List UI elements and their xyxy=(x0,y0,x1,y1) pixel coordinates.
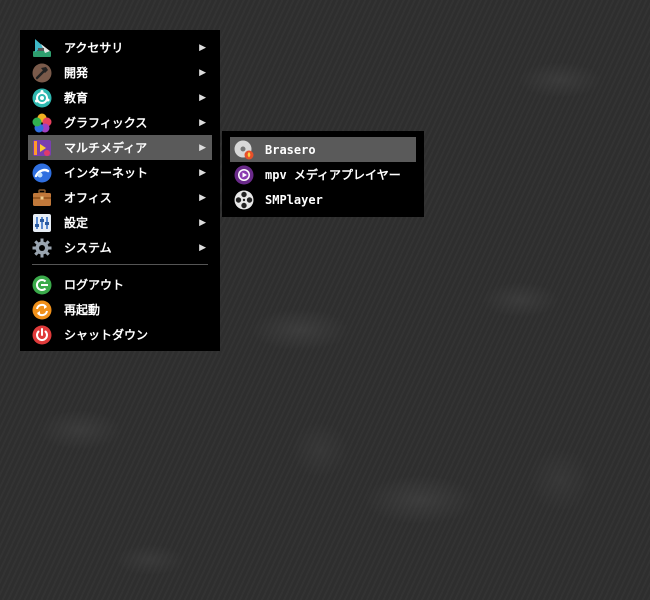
submenu-arrow-icon: ▶ xyxy=(199,67,206,78)
menu-item-label: 設定 xyxy=(64,216,89,230)
menu-item-internet[interactable]: インターネット ▶ xyxy=(28,160,212,185)
submenu-arrow-icon: ▶ xyxy=(199,142,206,153)
menu-item-label: 再起動 xyxy=(64,303,101,317)
menu-item-accessories[interactable]: アクセサリ ▶ xyxy=(28,35,212,60)
submenu-arrow-icon: ▶ xyxy=(199,167,206,178)
menu-item-office[interactable]: オフィス ▶ xyxy=(28,185,212,210)
menu-item-shutdown[interactable]: シャットダウン xyxy=(28,322,212,347)
menu-item-label: オフィス xyxy=(64,191,112,205)
disc-burner-icon xyxy=(234,140,254,160)
multimedia-submenu: Brasero mpv メディアプレイヤー SMPlayer xyxy=(222,131,424,217)
menu-item-restart[interactable]: 再起動 xyxy=(28,297,212,322)
film-reel-icon xyxy=(234,190,254,210)
submenu-arrow-icon: ▶ xyxy=(199,242,206,253)
submenu-arrow-icon: ▶ xyxy=(199,117,206,128)
submenu-item-label: mpv メディアプレイヤー xyxy=(265,168,401,182)
power-icon xyxy=(32,325,52,345)
multimedia-icon xyxy=(32,138,52,158)
menu-item-graphics[interactable]: グラフィックス ▶ xyxy=(28,110,212,135)
menu-item-education[interactable]: 教育 ▶ xyxy=(28,85,212,110)
submenu-item-brasero[interactable]: Brasero xyxy=(230,137,416,162)
graphics-icon xyxy=(32,113,52,133)
submenu-arrow-icon: ▶ xyxy=(199,92,206,103)
menu-item-label: シャットダウン xyxy=(64,328,149,342)
submenu-item-mpv[interactable]: mpv メディアプレイヤー xyxy=(230,162,416,187)
submenu-arrow-icon: ▶ xyxy=(199,217,206,228)
menu-item-system[interactable]: システム ▶ xyxy=(28,235,212,260)
menu-item-label: ログアウト xyxy=(64,278,125,292)
submenu-arrow-icon: ▶ xyxy=(199,192,206,203)
briefcase-icon xyxy=(32,188,52,208)
menu-item-multimedia[interactable]: マルチメディア ▶ xyxy=(28,135,212,160)
applications-menu: アクセサリ ▶ 開発 ▶ 教育 ▶ グラフィックス ▶ マルチメディア ▶ イン… xyxy=(20,30,220,351)
submenu-arrow-icon: ▶ xyxy=(199,42,206,53)
menu-item-logout[interactable]: ログアウト xyxy=(28,272,212,297)
hammer-icon xyxy=(32,63,52,83)
submenu-item-smplayer[interactable]: SMPlayer xyxy=(230,187,416,212)
menu-item-label: アクセサリ xyxy=(64,41,124,55)
menu-item-label: マルチメディア xyxy=(64,141,148,155)
menu-item-label: システム xyxy=(64,241,112,255)
logout-icon xyxy=(32,275,52,295)
menu-item-label: 教育 xyxy=(64,91,89,105)
gear-icon xyxy=(32,238,52,258)
menu-item-label: 開発 xyxy=(64,66,89,80)
accessories-icon xyxy=(32,38,52,58)
menu-item-label: インターネット xyxy=(64,166,149,180)
settings-icon xyxy=(32,213,52,233)
globe-icon xyxy=(32,163,52,183)
submenu-item-label: Brasero xyxy=(265,142,316,157)
restart-icon xyxy=(32,300,52,320)
menu-item-development[interactable]: 開発 ▶ xyxy=(28,60,212,85)
education-icon xyxy=(32,88,52,108)
menu-item-settings[interactable]: 設定 ▶ xyxy=(28,210,212,235)
menu-item-label: グラフィックス xyxy=(64,116,148,130)
mpv-icon xyxy=(234,165,254,185)
menu-separator xyxy=(32,264,208,265)
submenu-item-label: SMPlayer xyxy=(265,192,323,207)
